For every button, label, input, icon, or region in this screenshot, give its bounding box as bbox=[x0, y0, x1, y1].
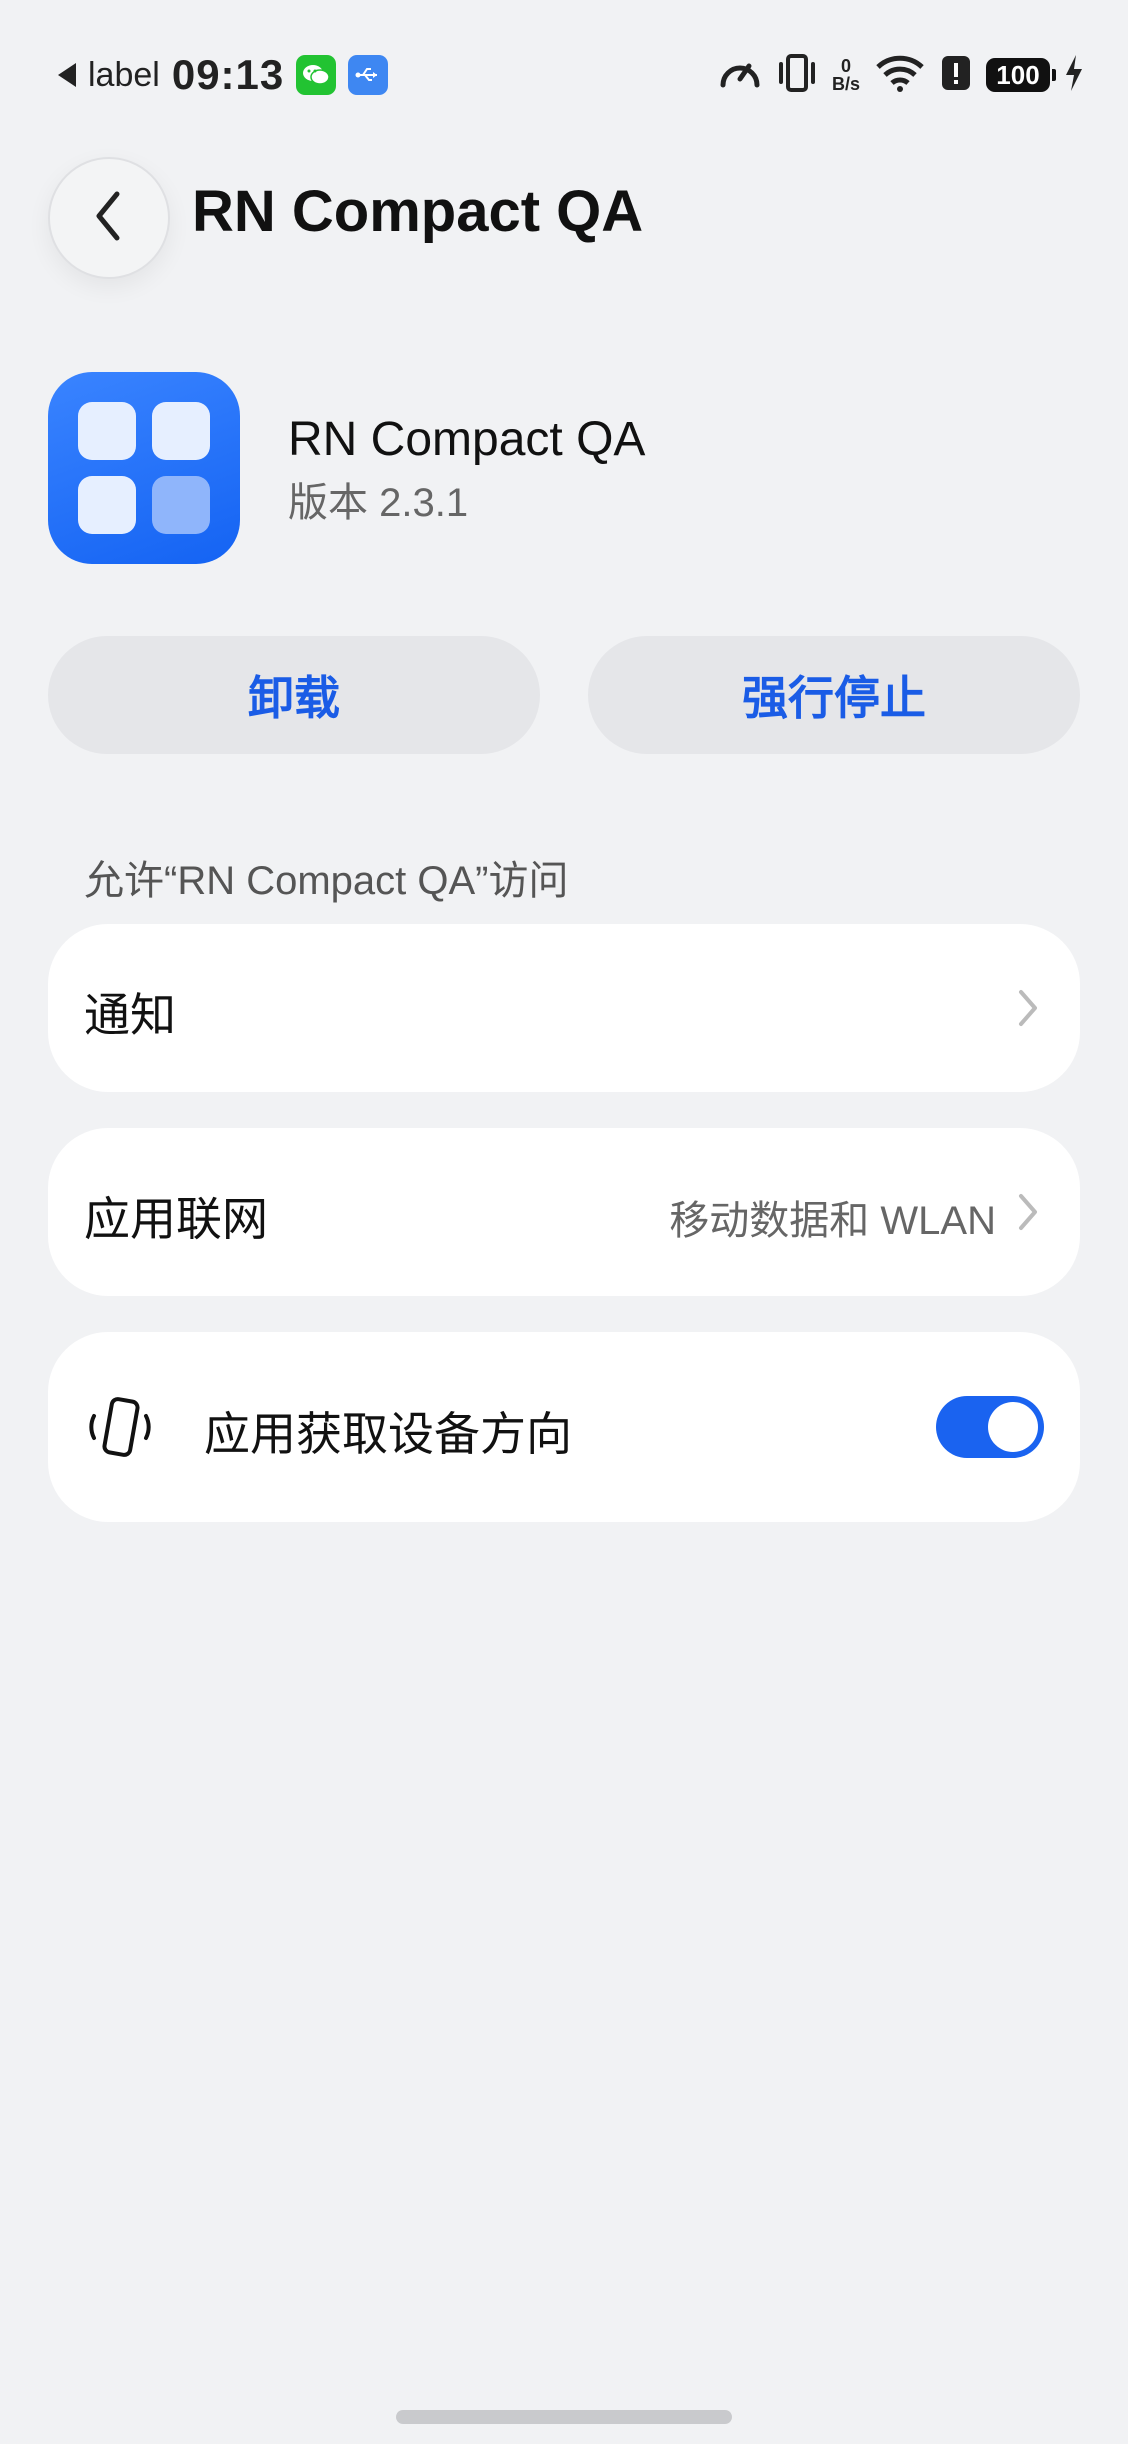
app-icon bbox=[48, 372, 240, 564]
orientation-toggle[interactable] bbox=[936, 1396, 1044, 1458]
phone-rotation-icon bbox=[84, 1392, 156, 1469]
network-speed-value: 0 bbox=[840, 56, 851, 76]
vibrate-icon bbox=[776, 52, 818, 99]
network-label: 应用联网 bbox=[84, 1193, 268, 1245]
app-version: 版本 2.3.1 bbox=[288, 481, 469, 525]
network-setting-row[interactable]: 应用联网 移动数据和 WLAN bbox=[48, 1128, 1080, 1296]
orientation-setting-row: 应用获取设备方向 bbox=[48, 1332, 1080, 1522]
app-icon-tile bbox=[78, 402, 136, 460]
app-icon-tile bbox=[152, 476, 210, 534]
network-value: 移动数据和 WLAN bbox=[669, 1199, 996, 1243]
back-button[interactable] bbox=[48, 157, 170, 279]
usb-notification-icon bbox=[348, 55, 389, 95]
back-to-app-icon[interactable] bbox=[58, 63, 76, 87]
battery-indicator: 100 bbox=[986, 58, 1056, 92]
wifi-icon bbox=[874, 53, 926, 98]
permissions-section-label: 允许“RN Compact QA”访问 bbox=[84, 859, 569, 903]
status-label: label bbox=[88, 55, 160, 94]
toggle-knob bbox=[988, 1402, 1038, 1452]
chevron-right-icon bbox=[1016, 988, 1040, 1033]
force-stop-button[interactable]: 强行停止 bbox=[588, 636, 1080, 754]
alert-icon bbox=[940, 54, 972, 97]
status-time: 09:13 bbox=[171, 51, 285, 98]
status-bar: label 09:13 0 B/s 100 bbox=[0, 0, 1128, 150]
network-speed-unit: B/s bbox=[831, 74, 860, 94]
app-icon-tile bbox=[152, 402, 210, 460]
home-indicator[interactable] bbox=[396, 2410, 732, 2424]
network-speed: 0 B/s bbox=[832, 57, 860, 93]
notification-label: 通知 bbox=[84, 989, 176, 1041]
charging-icon bbox=[1064, 53, 1084, 98]
orientation-label: 应用获取设备方向 bbox=[204, 1408, 572, 1460]
app-icon-tile bbox=[78, 476, 136, 534]
speedometer-icon bbox=[718, 53, 762, 98]
app-name: RN Compact QA bbox=[288, 413, 646, 466]
notification-setting-row[interactable]: 通知 bbox=[48, 924, 1080, 1092]
status-bar-left: label 09:13 bbox=[58, 50, 389, 100]
page-title: RN Compact QA bbox=[192, 179, 644, 244]
wechat-notification-icon bbox=[296, 55, 337, 95]
uninstall-button[interactable]: 卸载 bbox=[48, 636, 540, 754]
chevron-right-icon bbox=[1016, 1192, 1040, 1237]
status-bar-right: 0 B/s 100 bbox=[718, 50, 1084, 100]
chevron-left-icon bbox=[89, 188, 129, 249]
